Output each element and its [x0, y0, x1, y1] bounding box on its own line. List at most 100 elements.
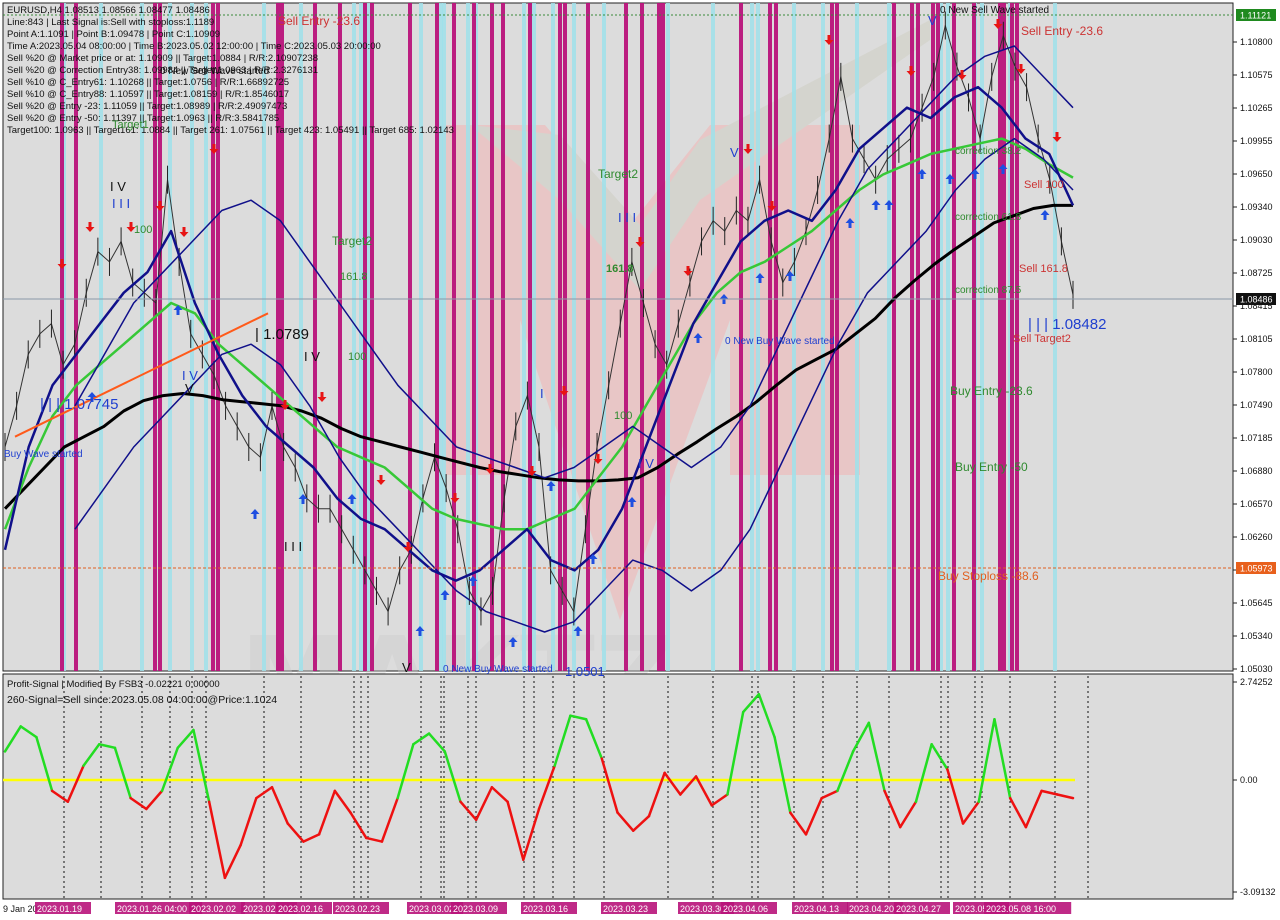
svg-text:1.05973: 1.05973: [1240, 564, 1273, 574]
magenta-signal-line: [490, 3, 494, 671]
indicator-signal-text: 260-Signal=Sell since:2023.05.08 04:00:0…: [7, 694, 277, 706]
price-tick-label: 1.06570: [1240, 499, 1273, 509]
info-line: Sell %10 @ C_Entry61: 1.10268 || Target:…: [7, 77, 289, 88]
buy-wave-bottom-label: 0 New Buy Wave started: [443, 664, 553, 675]
price-tick-label: 1.10575: [1240, 70, 1273, 80]
wave-label-iii-b: I I I: [284, 539, 302, 554]
cyan-signal-line: [522, 3, 526, 671]
magenta-signal-line: [313, 3, 317, 671]
magenta-signal-line: [370, 3, 374, 671]
magenta-signal-line: [408, 3, 412, 671]
magenta-signal-line: [586, 3, 590, 671]
time-label: 2023.03.02: [409, 904, 454, 914]
magenta-signal-line: [452, 3, 456, 671]
cyan-signal-line: [359, 3, 363, 671]
indicator-tick-label: 0.00: [1240, 775, 1258, 785]
cyan-signal-line: [466, 3, 470, 671]
indicator-tick-label: -3.09132: [1240, 887, 1276, 897]
magenta-signal-line: [338, 3, 342, 671]
time-axis: 9 Jan 20232023.01.19 2023.01.26 04:00 2023…: [3, 902, 1072, 914]
magenta-signal-line: [501, 3, 505, 671]
price-tick-label: 1.07800: [1240, 367, 1273, 377]
cyan-signal-line: [666, 3, 670, 671]
new-sell-wave-left-label: 0 New Sell Wave started: [160, 66, 269, 77]
correction-38-label: correction 38.2: [955, 146, 1022, 157]
buy-stoploss-label: Buy Stoploss -88.6: [938, 569, 1039, 583]
cyan-signal-line: [551, 3, 555, 671]
indicator-name: Profit-Signal | Modified By FSB3 -0.0222…: [7, 679, 220, 690]
time-label: 2023.03.30: [680, 904, 725, 914]
price-tick-label: 1.07490: [1240, 400, 1273, 410]
wave-label-v-b: V: [402, 660, 411, 675]
info-line: Sell %10 @ C_Entry88: 1.10597 || Target:…: [7, 89, 289, 100]
time-label: 2023.04.13: [794, 904, 839, 914]
info-line: Line:843 | Last Signal is:Sell with stop…: [7, 17, 214, 28]
time-label: 2023.03.09: [453, 904, 498, 914]
stop-price-tag: 1.05973: [1236, 562, 1276, 574]
current-price-tag: 1.08486: [1236, 293, 1276, 305]
wave-label-v-d: V: [928, 13, 937, 28]
fib-161-right-label: 161.8: [606, 263, 634, 275]
buy-entry-50-label: Buy Entry -50: [955, 460, 1028, 474]
wave-label-i: I: [540, 386, 544, 401]
time-label: 2023.03.16: [523, 904, 568, 914]
cyan-signal-line: [419, 3, 423, 671]
buy-entry-236-label: Buy Entry -23.6: [950, 384, 1033, 398]
sell-100-label: Sell 100: [1024, 179, 1064, 191]
indicator-tick-label: 2.74252: [1240, 677, 1273, 687]
magenta-signal-line: [916, 3, 920, 671]
top-price-tag: 1.11121: [1236, 9, 1276, 21]
target2-top-label: Target2: [598, 167, 638, 181]
price-tick-label: 1.05030: [1240, 664, 1273, 674]
magenta-signal-line: [624, 3, 628, 671]
magenta-signal-line: [563, 3, 567, 671]
buy-wave-mid-label: 0 New Buy Wave started: [725, 336, 835, 347]
fib-100-low-label: 100: [614, 410, 632, 422]
chart-canvas: MAKTZ 1.108001.105751.102651.099551.0965…: [0, 0, 1280, 920]
buy-wave-left-label: Buy Wave started: [4, 449, 83, 460]
time-label: 2023.04.20: [849, 904, 894, 914]
cyan-signal-line: [602, 3, 606, 671]
cyan-signal-line: [532, 3, 536, 671]
price-tick-label: 1.08725: [1240, 268, 1273, 278]
price-tick-label: 1.10265: [1240, 103, 1273, 113]
cyan-signal-line: [855, 3, 859, 671]
magenta-signal-line: [558, 3, 562, 671]
time-label: 2023.02.02: [191, 904, 236, 914]
sell-entry-right-label: Sell Entry -23.6: [1021, 24, 1103, 38]
wave-label-iv-c: I V: [304, 349, 320, 364]
fib-100-mid-label: 100: [348, 351, 366, 363]
wave-label-iii-a: I I I: [112, 196, 130, 211]
magenta-signal-line: [657, 3, 661, 671]
time-label: 2023.04.06: [723, 904, 768, 914]
wave-label-iv-d: I V: [638, 456, 654, 471]
magenta-signal-line: [640, 3, 644, 671]
price-tick-label: 1.09650: [1240, 169, 1273, 179]
price-tick-label: 1.05340: [1240, 631, 1273, 641]
cyan-signal-line: [352, 3, 356, 671]
wave-label-iii-c: I I I: [618, 210, 636, 225]
svg-text:1.11121: 1.11121: [1240, 11, 1271, 21]
time-label: 2023.01.26 04:00: [117, 904, 187, 914]
sell-target2-label: Sell Target2: [1013, 333, 1071, 345]
cyan-signal-line: [442, 3, 446, 671]
level-1-08482-label: | | | 1.08482: [1028, 316, 1106, 333]
price-tick-label: 1.09340: [1240, 202, 1273, 212]
price-tick-label: 1.06260: [1240, 532, 1273, 542]
time-label: 2023.01.19: [37, 904, 82, 914]
correction-61-label: correction 61.8: [955, 212, 1022, 223]
svg-text:1.08486: 1.08486: [1240, 295, 1273, 305]
cyan-signal-line: [887, 3, 891, 671]
target2-mid-label: Target2: [332, 234, 372, 248]
info-line: Sell %20 @ Entry -23: 1.11059 || Target:…: [7, 101, 287, 112]
sell-161-label: Sell 161.8: [1019, 263, 1068, 275]
time-label: 2023.03.23: [603, 904, 648, 914]
indicator-pane: [2, 673, 1234, 900]
price-tick-label: 1.06880: [1240, 466, 1273, 476]
magenta-signal-line: [528, 3, 532, 671]
info-line: Target100: 1.0963 || Target161: 1.0884 |…: [7, 125, 454, 136]
time-label: 2023.02.16: [278, 904, 323, 914]
price-tick-label: 1.08105: [1240, 334, 1273, 344]
info-line: Time A:2023.05.04 08:00:00 | Time B:2023…: [7, 41, 381, 52]
magenta-signal-line: [931, 3, 935, 671]
